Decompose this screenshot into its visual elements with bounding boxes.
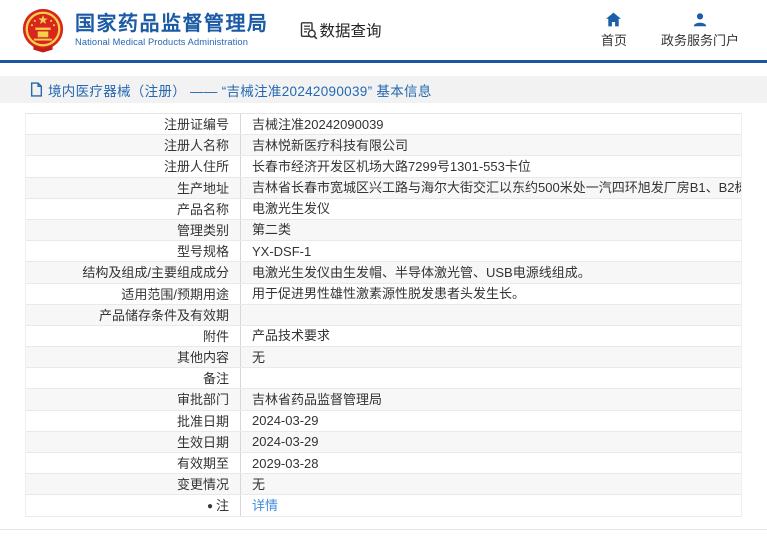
nmpa-logo[interactable]: 国家药品监督管理局 National Medical Products Admi…: [20, 7, 269, 53]
user-icon: [693, 12, 707, 26]
page: 国家药品监督管理局 National Medical Products Admi…: [0, 0, 767, 540]
table-row: 管理类别 第二类: [26, 219, 741, 242]
row-label: 注册证编号: [26, 114, 241, 135]
table-row: 附件 产品技术要求: [26, 325, 741, 348]
page-title: 境内医疗器械（注册） —— “吉械注准20242090039” 基本信息: [48, 83, 432, 99]
org-name-en: National Medical Products Administration: [75, 37, 248, 47]
table-row: 其他内容无: [26, 347, 741, 369]
breadcrumb-bar: 境内医疗器械（注册） —— “吉械注准20242090039” 基本信息: [0, 76, 767, 103]
row-value: 电激光生发仪由生发帽、半导体激光管、USB电源线组成。: [252, 264, 591, 280]
row-label: 管理类别: [26, 219, 241, 241]
table-row: 产品储存条件及有效期: [26, 304, 741, 326]
crumb-gap: [0, 63, 767, 76]
nav-home[interactable]: 首页: [601, 12, 627, 49]
row-value: 吉林省长春市宽城区兴工路与海尔大街交汇以东约500米处一汽四环旭发厂房B1、B2…: [252, 180, 741, 196]
row-value: 2024-03-29: [252, 434, 319, 450]
table-row: 变更情况无: [26, 474, 741, 496]
header: 国家药品监督管理局 National Medical Products Admi…: [0, 0, 767, 63]
row-value: 第二类: [252, 222, 292, 238]
row-value: 长春市经济开发区机场大路7299号1301-553卡位: [252, 158, 531, 174]
table-row: 注册证编号 吉械注准20242090039: [26, 114, 741, 136]
row-label: 生效日期: [26, 431, 241, 452]
home-icon: [606, 12, 622, 26]
row-label: 产品储存条件及有效期: [26, 304, 241, 325]
table-row: 结构及组成/主要组成成分 电激光生发仪由生发帽、半导体激光管、USB电源线组成。: [26, 262, 741, 284]
row-value: 2024-03-29: [252, 413, 319, 429]
row-label: 生产地址: [26, 177, 241, 198]
table-row: 注册人名称 吉林悦新医疗科技有限公司: [26, 135, 741, 157]
row-label: 变更情况: [26, 474, 241, 495]
detail-link[interactable]: 详情: [252, 498, 278, 513]
row-value: 无: [252, 349, 266, 365]
table-row: 批准日期 2024-03-29: [26, 410, 741, 432]
org-names: 国家药品监督管理局 National Medical Products Admi…: [75, 13, 269, 47]
row-value: 无: [252, 476, 266, 492]
row-label: 附件: [26, 325, 241, 347]
nav-portal[interactable]: 政务服务门户: [661, 12, 739, 49]
row-label: 适用范围/预期用途: [26, 283, 241, 304]
document-icon: [30, 82, 43, 97]
table-row: 生效日期 2024-03-29: [26, 431, 741, 453]
header-nav: 首页 政务服务门户: [601, 12, 739, 49]
row-label: 注册人名称: [26, 135, 241, 156]
table-row: 型号规格 YX-DSF-1: [26, 241, 741, 263]
data-query-label: 数据查询: [319, 23, 382, 40]
nav-home-label: 首页: [600, 32, 627, 48]
note-bullet-icon: ●: [206, 501, 213, 513]
row-value: 吉林省药品监督管理局: [252, 391, 383, 407]
row-value: 吉林悦新医疗科技有限公司: [252, 137, 409, 153]
row-label: 批准日期: [26, 410, 241, 431]
footer-divider: [0, 529, 767, 530]
row-label: 型号规格: [26, 241, 241, 262]
org-name-cn: 国家药品监督管理局: [75, 13, 269, 35]
row-value: 电激光生发仪: [252, 201, 331, 217]
table-row: ● 注详情: [26, 495, 741, 517]
row-label: ● 注: [26, 495, 241, 516]
table-row: 注册人住所 长春市经济开发区机场大路7299号1301-553卡位: [26, 156, 741, 178]
row-label: 结构及组成/主要组成成分: [26, 262, 241, 283]
table-row: 生产地址 吉林省长春市宽城区兴工路与海尔大街交汇以东约500米处一汽四环旭发厂房B…: [26, 177, 741, 199]
table-row: 有效期至 2029-03-28: [26, 453, 741, 475]
nav-portal-label: 政务服务门户: [660, 32, 739, 48]
table-row: 适用范围/预期用途 用于促进男性雄性激素源性脱发患者头发生长。: [26, 283, 741, 305]
row-value: 详情: [241, 495, 741, 516]
table-row: 审批部门 吉林省药品监督管理局: [26, 389, 741, 411]
row-value: 产品技术要求: [252, 328, 331, 344]
data-query-tab[interactable]: 数据查询: [299, 19, 382, 41]
row-label: 其他内容: [26, 347, 241, 368]
row-label: 产品名称: [26, 198, 241, 219]
row-label: 有效期至: [26, 453, 241, 474]
row-label: 审批部门: [26, 389, 241, 410]
row-value: YX-DSF-1: [252, 243, 312, 259]
national-emblem-icon: [22, 8, 64, 53]
registration-info-table: 注册证编号 吉械注准20242090039 注册人名称 吉林悦新医疗科技有限公司 注册人…: [25, 113, 742, 517]
row-label: 注册人住所: [26, 156, 241, 177]
row-value: 吉械注准20242090039: [252, 116, 384, 132]
row-label: 备注: [26, 368, 241, 389]
row-value: 用于促进男性雄性激素源性脱发患者头发生长。: [252, 286, 526, 301]
table-row: 产品名称 电激光生发仪: [26, 198, 741, 220]
row-value: 2029-03-28: [252, 455, 319, 471]
table-row: 备注: [26, 368, 741, 390]
document-search-icon: [300, 21, 317, 39]
